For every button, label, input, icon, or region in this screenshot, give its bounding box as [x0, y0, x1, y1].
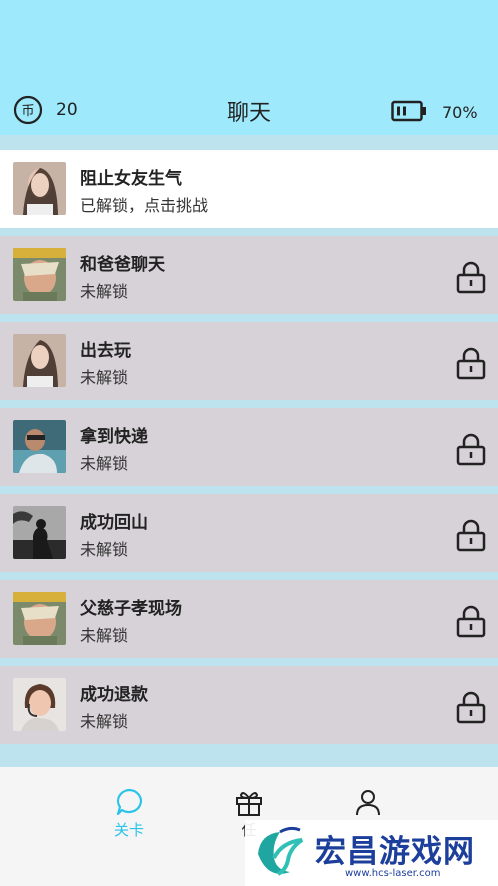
battery-icon: [391, 100, 426, 122]
level-item-1[interactable]: 和爸爸聊天 未解锁: [0, 236, 498, 314]
lock-icon: [456, 433, 486, 466]
avatar: [13, 248, 66, 301]
level-item-0[interactable]: 阻止女友生气 已解锁，点击挑战: [0, 150, 498, 228]
nav-tab-levels[interactable]: 关卡: [99, 787, 159, 840]
lock-icon: [456, 691, 486, 724]
nav-tab-levels-label: 关卡: [113, 821, 144, 839]
avatar: [13, 592, 66, 645]
avatar: [13, 420, 66, 473]
avatar: [13, 334, 66, 387]
lock-icon: [456, 519, 486, 552]
level-item-4[interactable]: 成功回山 未解锁: [0, 494, 498, 572]
level-item-2[interactable]: 出去玩 未解锁: [0, 322, 498, 400]
user-icon: [356, 790, 380, 816]
watermark: 宏昌游戏网 www.hcs-laser.com: [245, 820, 498, 886]
lock-icon: [456, 261, 486, 294]
avatar: [13, 162, 66, 215]
header-bar: 币 20 聊天 70%: [0, 86, 498, 134]
lock-icon: [456, 347, 486, 380]
level-name: 成功回山: [80, 513, 148, 533]
level-name: 出去玩: [80, 341, 131, 361]
nav-tab-profile[interactable]: [338, 787, 398, 819]
level-status: 未解锁: [80, 282, 129, 301]
avatar: [13, 678, 66, 731]
level-status: 未解锁: [80, 368, 129, 387]
battery-percent: 70%: [442, 103, 478, 122]
lock-icon: [456, 605, 486, 638]
watermark-url: www.hcs-laser.com: [345, 868, 441, 879]
level-item-6[interactable]: 成功退款 未解锁: [0, 666, 498, 744]
level-name: 父慈子孝现场: [80, 599, 182, 619]
level-item-3[interactable]: 拿到快递 未解锁: [0, 408, 498, 486]
level-name: 和爸爸聊天: [80, 255, 165, 275]
watermark-title: 宏昌游戏网: [315, 834, 475, 870]
level-status: 已解锁，点击挑战: [80, 196, 209, 215]
level-name: 拿到快递: [80, 427, 148, 447]
watermark-logo-icon: [258, 826, 304, 876]
level-name: 阻止女友生气: [80, 169, 182, 189]
level-status: 未解锁: [80, 540, 129, 559]
level-status: 未解锁: [80, 712, 129, 731]
avatar: [13, 506, 66, 559]
level-name: 成功退款: [80, 685, 148, 705]
level-item-5[interactable]: 父慈子孝现场 未解锁: [0, 580, 498, 658]
gift-icon: [236, 792, 262, 816]
level-status: 未解锁: [80, 626, 129, 645]
level-status: 未解锁: [80, 454, 129, 473]
chat-bubble-icon: [116, 788, 142, 816]
